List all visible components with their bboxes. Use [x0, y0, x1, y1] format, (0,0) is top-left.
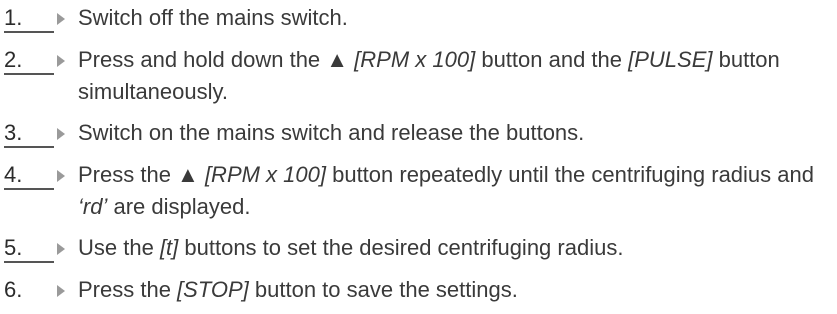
instruction-steps: 1. Switch off the mains switch. 2. Press… — [0, 0, 837, 314]
arrow-right-icon — [57, 128, 65, 140]
step-text-segment: Switch off the mains switch. — [78, 5, 348, 30]
step-text-display-ref: ‘rd’ — [78, 194, 108, 219]
step-number: 2. — [4, 47, 23, 72]
step-text-segment: Use the — [78, 235, 160, 260]
step-number-underline — [4, 73, 54, 75]
step-text-segment: Switch on the mains switch and release t… — [78, 120, 585, 145]
step-text-segment: Press the ▲ — [78, 162, 205, 187]
step-number: 5. — [4, 235, 23, 260]
step-text-segment: button to save the settings. — [248, 277, 518, 302]
step-text: Switch off the mains switch. — [78, 2, 833, 34]
step-text-button-ref: [RPM x 100] — [204, 162, 326, 187]
step-number: 1. — [4, 5, 23, 30]
step-text-button-ref: [STOP] — [177, 277, 249, 302]
arrow-right-icon — [57, 55, 65, 67]
step-text-segment: are displayed. — [107, 194, 251, 219]
arrow-right-icon — [57, 13, 65, 25]
step-text-segment: Press the — [78, 277, 178, 302]
arrow-right-icon — [57, 170, 65, 182]
arrow-right-icon — [57, 285, 65, 297]
step-text: Use the [t] buttons to set the desired c… — [78, 232, 833, 264]
step-text: Press and hold down the ▲ [RPM x 100] bu… — [78, 44, 833, 108]
step-text: Press the ▲ [RPM x 100] button repeatedl… — [78, 159, 833, 223]
arrow-right-icon — [57, 243, 65, 255]
step-text-button-ref: [t] — [159, 235, 179, 260]
step-text-segment: button and the — [475, 47, 629, 72]
step-number-underline — [4, 31, 54, 33]
step-number-underline — [4, 146, 54, 148]
step-text: Press the [STOP] button to save the sett… — [78, 274, 833, 306]
step-text: Switch on the mains switch and release t… — [78, 117, 833, 149]
step-number-underline — [4, 261, 54, 263]
step-text-segment: Press and hold down the ▲ — [78, 47, 355, 72]
step-text-button-ref: [PULSE] — [628, 47, 713, 72]
step-text-button-ref: [RPM x 100] — [354, 47, 476, 72]
step-number-underline — [4, 188, 54, 190]
step-number: 3. — [4, 120, 23, 145]
step-text-segment: buttons to set the desired centrifuging … — [178, 235, 624, 260]
step-number: 4. — [4, 162, 23, 187]
step-number: 6. — [4, 277, 23, 302]
step-text-segment: button repeatedly until the centrifuging… — [325, 162, 814, 187]
